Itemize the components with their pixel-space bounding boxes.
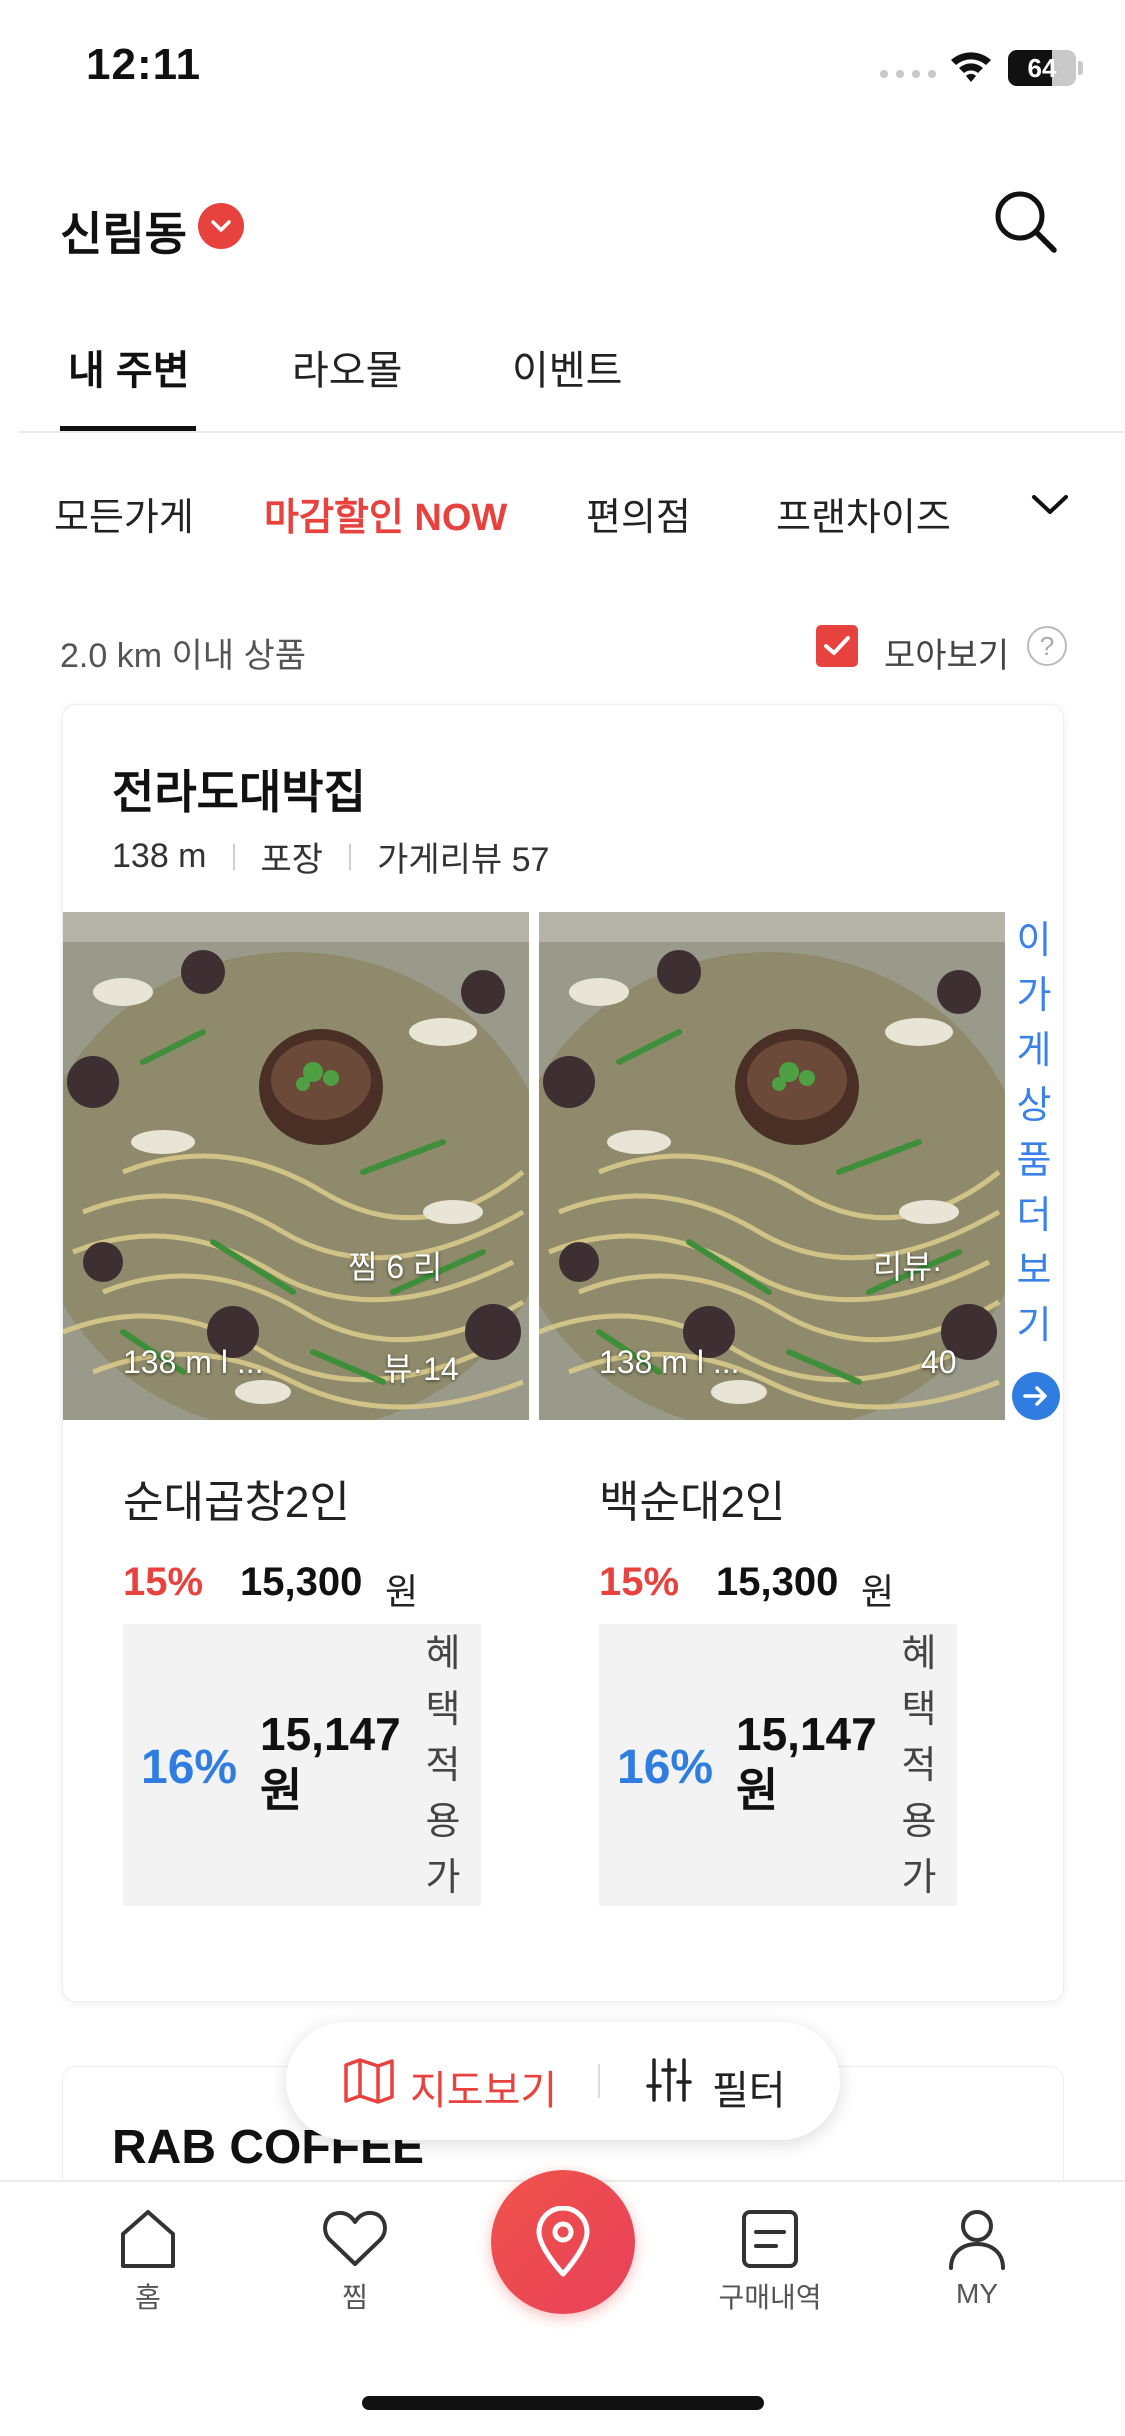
product-photo[interactable]: 찜 6 리 138 m l ... 뷰·14 [63,912,529,1420]
filter-icon[interactable] [646,2056,692,2109]
product-price: 15,300 [240,1560,363,1604]
benefit-price-amount: 15,147 [260,1708,401,1760]
benefit-price-amount: 15,147 [736,1708,877,1760]
nav-label-orders[interactable]: 구매내역 [700,2276,840,2316]
nav-label-favorites[interactable]: 찜 [285,2276,425,2316]
status-time: 12:11 [86,40,202,89]
tab-lao-mall[interactable]: 라오몰 [292,338,402,396]
product-discount: 15% [123,1560,204,1604]
nav-label-home[interactable]: 홈 [78,2276,218,2316]
home-icon[interactable] [118,2208,178,2275]
photo-overlay-count: 40 [921,1344,957,1380]
benefit-price: 15,147 원 [736,1706,877,1818]
product-discount: 15% [599,1560,680,1604]
home-indicator[interactable] [362,2396,764,2410]
filter-button[interactable]: 필터 [712,2058,786,2116]
benefit-label: 혜택적용가 [425,1633,461,1899]
tab-divider [18,431,1125,433]
photo-overlay-reviews: 뷰·14 [383,1351,459,1387]
store-service-type: 포장 [260,841,324,879]
store-review-count[interactable]: 가게리뷰 57 [377,832,549,881]
map-view-button[interactable]: 지도보기 [410,2058,557,2116]
category-closing-sale[interactable]: 마감할인 NOW [264,486,507,541]
category-franchise[interactable]: 프랜차이즈 [776,486,951,541]
help-icon[interactable]: ? [1027,626,1067,666]
photo-overlay-distance: 138 m l ... [123,1344,264,1380]
pill-divider [598,2064,600,2098]
photo-overlay-distance: 138 m l ... [599,1344,740,1380]
product-name[interactable]: 순대곱창2인 [123,1466,350,1530]
product-photo[interactable]: 리뷰· 138 m l ... 40 [539,912,1005,1420]
product-price: 15,300 [716,1560,839,1604]
product-name[interactable]: 백순대2인 [599,1466,785,1530]
photo-overlay-likes: 찜 6 리 [348,1249,443,1285]
nav-label-my[interactable]: MY [907,2278,1047,2310]
store-distance: 138 m [112,837,207,875]
location-title[interactable]: 신림동 [60,198,187,264]
range-text: 2.0 km 이내 상품 [60,637,307,675]
location-dropdown-icon[interactable] [198,203,244,249]
battery-level: 64 [1027,53,1057,83]
store-name[interactable]: 전라도대박집 [112,756,366,822]
tab-events[interactable]: 이벤트 [512,338,622,396]
benefit-price: 15,147 원 [260,1706,401,1818]
category-convenience-store[interactable]: 편의점 [586,486,691,541]
arrow-right-icon[interactable] [1012,1372,1060,1420]
battery-cap [1078,61,1083,75]
battery-icon: 64 [1008,50,1076,86]
heart-icon[interactable] [322,2208,388,2273]
tab-nearby[interactable]: 내 주변 [68,338,190,396]
collect-checkbox[interactable] [816,625,858,667]
category-all-stores[interactable]: 모든가게 [54,486,194,541]
chevron-down-icon[interactable] [1030,492,1070,523]
meta-divider [232,843,235,870]
store-more-products-link[interactable]: 이가게상품더보기 [1012,914,1056,1354]
benefit-price-unit: 원 [260,1764,303,1816]
benefit-discount: 16% [141,1741,238,1794]
meta-divider [349,843,352,870]
search-icon[interactable] [992,188,1060,261]
benefit-discount: 16% [617,1741,714,1794]
receipt-icon[interactable] [740,2208,800,2275]
store-meta: 138 m 포장 가게리뷰 57 [112,832,549,881]
location-pin-icon[interactable] [491,2170,635,2314]
price-unit: 원 [385,1571,419,1612]
cellular-signal-icon [880,70,936,78]
benefit-price-unit: 원 [736,1764,779,1816]
photo-overlay-reviews: 리뷰· [873,1249,943,1285]
price-unit: 원 [861,1571,895,1612]
map-icon[interactable] [342,2057,396,2110]
benefit-label: 혜택적용가 [901,1633,937,1899]
wifi-icon [948,48,994,89]
user-icon[interactable] [947,2208,1007,2277]
collect-view-label[interactable]: 모아보기 [884,628,1009,677]
